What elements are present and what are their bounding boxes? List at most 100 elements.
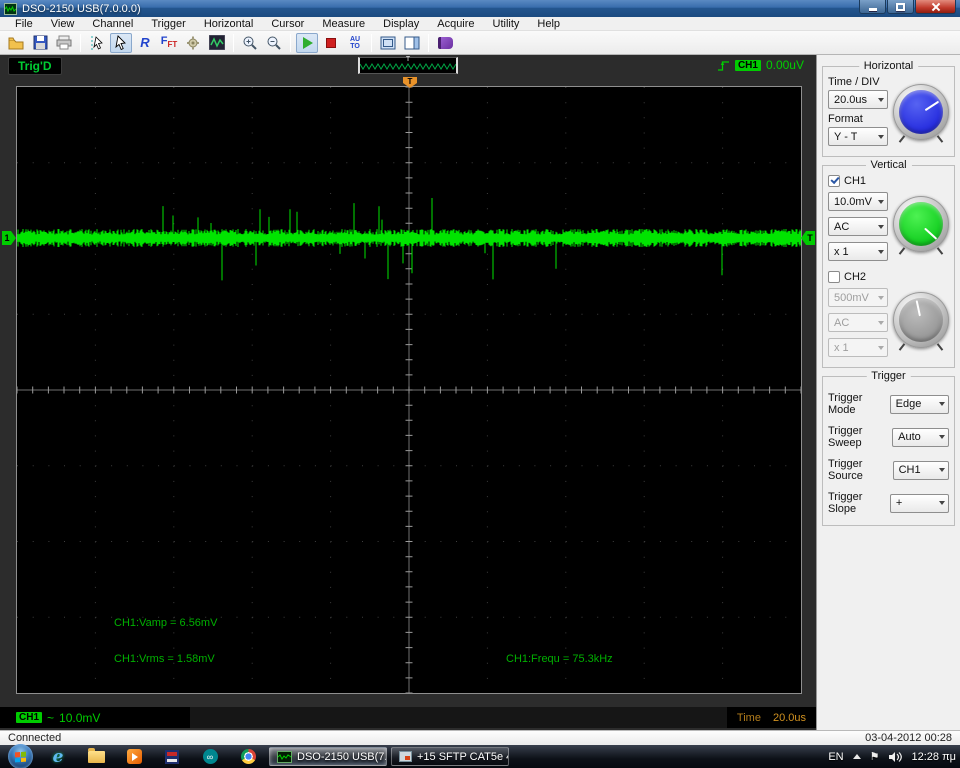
ch1-volts-select[interactable]: 10.0mV [828, 192, 888, 211]
trigger-level-marker[interactable]: T [801, 231, 815, 245]
menu-display[interactable]: Display [374, 18, 428, 30]
control-panel: Horizontal Time / DIV 20.0us Format Y - … [816, 55, 960, 730]
status-datetime: 03-04-2012 00:28 [865, 732, 952, 744]
open-button[interactable] [5, 33, 27, 53]
gear-icon [186, 35, 201, 50]
trigger-group-title: Trigger [866, 370, 910, 382]
arduino-icon[interactable]: ∞ [198, 747, 222, 767]
time-label: Time [737, 712, 761, 724]
ch1-badge: CH1 [16, 712, 42, 723]
chrome-icon[interactable] [236, 747, 260, 767]
menu-file[interactable]: File [6, 18, 42, 30]
save-floppy-icon [33, 35, 48, 50]
refresh-button[interactable]: R [134, 33, 156, 53]
ch2-coupling-select[interactable]: AC [828, 313, 888, 332]
taskbar: e ∞ DSO-2150 USB(7.0.0.0) +15 SFTP CAT5e… [0, 745, 960, 768]
waveform-preview-scrollbar[interactable]: T [358, 57, 458, 74]
edge-trigger-icon [717, 58, 730, 72]
trigger-slope-select[interactable]: + [890, 494, 949, 513]
measurement-freq: CH1:Frequ = 75.3kHz [506, 653, 613, 665]
menu-horizontal[interactable]: Horizontal [195, 18, 263, 30]
chevron-down-icon [939, 501, 945, 505]
r-letter-icon: R [140, 35, 149, 50]
zoom-out-icon [266, 35, 282, 51]
chevron-down-icon [939, 468, 945, 472]
fullscreen-button[interactable] [377, 33, 399, 53]
ch1-probe-select[interactable]: x 1 [828, 242, 888, 261]
trigger-status-badge: Trig'D [8, 57, 62, 75]
cursor-tool-button[interactable] [86, 33, 108, 53]
trigger-group: Trigger Trigger Mode Edge Trigger Sweep … [822, 376, 955, 526]
autoset-button[interactable]: AUTO [344, 33, 366, 53]
play-icon [303, 37, 313, 49]
media-player-icon[interactable] [122, 747, 146, 767]
ch1-position-marker[interactable]: 1 [2, 231, 16, 245]
waveform-image-icon [209, 35, 225, 50]
menu-view[interactable]: View [42, 18, 84, 30]
settings-button[interactable] [182, 33, 204, 53]
zoom-in-button[interactable] [239, 33, 261, 53]
chevron-down-icon [878, 98, 884, 102]
explorer-folder-icon[interactable] [84, 747, 108, 767]
ch1-position-knob[interactable] [893, 196, 949, 252]
system-tray: EN ⚑ 12:28 πμ [828, 745, 956, 768]
tray-clock[interactable]: 12:28 πμ [911, 751, 956, 763]
toolbar-separator [233, 34, 234, 52]
measurement-vamp: CH1:Vamp = 6.56mV [114, 617, 217, 629]
run-button[interactable] [296, 33, 318, 53]
taskbar-task-sftp[interactable]: +15 SFTP CAT5e 47u... [391, 747, 509, 766]
internet-explorer-icon[interactable]: e [46, 747, 70, 767]
trigger-source-label: Trigger Source [828, 458, 893, 482]
ch2-position-knob[interactable] [893, 292, 949, 348]
trigger-source-select[interactable]: CH1 [893, 461, 949, 480]
scope-grid-and-trace [17, 87, 801, 693]
menu-channel[interactable]: Channel [83, 18, 142, 30]
app-logo-icon [4, 3, 17, 15]
fft-icon: FFT [161, 35, 178, 49]
time-value: 20.0us [773, 712, 806, 724]
menu-utility[interactable]: Utility [484, 18, 529, 30]
language-indicator[interactable]: EN [828, 751, 843, 763]
format-select[interactable]: Y - T [828, 127, 888, 146]
coupling-symbol: ~ [47, 711, 54, 725]
show-hidden-icons-button[interactable] [853, 754, 861, 759]
trigger-sweep-select[interactable]: Auto [892, 428, 949, 447]
minimize-button[interactable] [859, 0, 886, 14]
trigger-mode-select[interactable]: Edge [890, 395, 949, 414]
horizontal-knob[interactable] [893, 84, 949, 140]
connection-status: Connected [8, 732, 61, 744]
close-button[interactable] [915, 0, 956, 14]
save-button[interactable] [29, 33, 51, 53]
trigger-readout: CH1 0.00uV [717, 58, 804, 72]
menu-help[interactable]: Help [528, 18, 569, 30]
zoom-out-button[interactable] [263, 33, 285, 53]
action-center-flag-icon[interactable]: ⚑ [870, 750, 880, 763]
ch2-probe-select[interactable]: x 1 [828, 338, 888, 357]
chevron-down-icon [878, 135, 884, 139]
taskbar-task-dso[interactable]: DSO-2150 USB(7.0.0.0) [269, 747, 387, 766]
menu-trigger[interactable]: Trigger [142, 18, 194, 30]
toolbar-separator [290, 34, 291, 52]
pointer-tool-button[interactable] [110, 33, 132, 53]
maximize-button[interactable] [887, 0, 914, 14]
ch1-coupling-select[interactable]: AC [828, 217, 888, 236]
menu-acquire[interactable]: Acquire [428, 18, 483, 30]
start-button[interactable] [8, 744, 33, 768]
ch2-volts-select[interactable]: 500mV [828, 288, 888, 307]
time-div-select[interactable]: 20.0us [828, 90, 888, 109]
help-button[interactable] [434, 33, 456, 53]
ch2-checkbox[interactable] [828, 271, 840, 283]
waveform-display-button[interactable] [206, 33, 228, 53]
print-button[interactable] [53, 33, 75, 53]
ch1-settings-readout: CH1 ~ 10.0mV [0, 707, 190, 728]
fft-button[interactable]: FFT [158, 33, 180, 53]
stop-button[interactable] [320, 33, 342, 53]
menu-measure[interactable]: Measure [313, 18, 374, 30]
panel-toggle-button[interactable] [401, 33, 423, 53]
video-app-icon[interactable] [160, 747, 184, 767]
ch1-checkbox[interactable] [828, 175, 840, 187]
app-window: DSO-2150 USB(7.0.0.0) File View Channel … [0, 0, 960, 768]
pointer-arrow-icon [114, 35, 128, 50]
volume-icon[interactable] [888, 751, 902, 763]
menu-cursor[interactable]: Cursor [262, 18, 313, 30]
